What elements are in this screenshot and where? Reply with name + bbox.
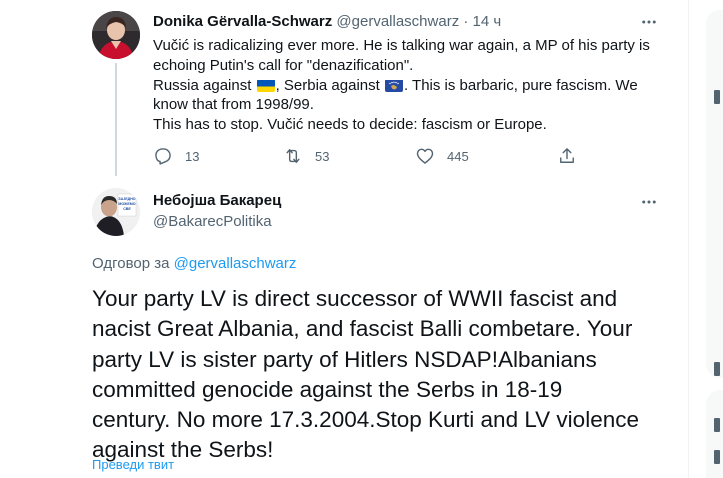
reply-author-avatar-image: ЗАЈЕДНО МОЖЕМО СВЕ bbox=[92, 188, 140, 236]
reply-author-avatar[interactable]: ЗАЈЕДНО МОЖЕМО СВЕ bbox=[92, 188, 140, 236]
timeline-column: Donika Gërvalla-Schwarz @gervallaschwarz… bbox=[0, 0, 689, 478]
reply-button[interactable]: 13 bbox=[153, 146, 199, 166]
replying-to-mention-link[interactable]: @gervallaschwarz bbox=[174, 255, 297, 272]
reply-more-options-icon[interactable] bbox=[639, 192, 659, 212]
original-tweet[interactable]: Donika Gërvalla-Schwarz @gervallaschwarz… bbox=[0, 0, 688, 178]
tweet-text-line: echoing Putin's call for "denazification… bbox=[153, 56, 414, 74]
ukraine-flag-icon bbox=[256, 79, 275, 92]
thread-connector-line bbox=[115, 63, 117, 176]
tweet-text-line: know that from 1998/99. bbox=[153, 96, 314, 114]
tweet-header: Donika Gërvalla-Schwarz @gervallaschwarz… bbox=[153, 13, 501, 31]
author-avatar[interactable] bbox=[92, 11, 140, 59]
svg-text:СВЕ: СВЕ bbox=[123, 207, 131, 211]
panel-edge-icon bbox=[714, 362, 720, 376]
reply-text-line: party LV is sister party of Hitlers NSDA… bbox=[92, 346, 597, 372]
tweet-text: Vučić is radicalizing ever more. He is t… bbox=[153, 36, 673, 135]
tweet-text-segment: Russia against bbox=[153, 76, 256, 94]
tweet-text-line: Russia against , Serbia against . This i… bbox=[153, 76, 673, 96]
reply-text: Your party LV is direct successor of WWI… bbox=[92, 284, 682, 466]
like-button[interactable]: 445 bbox=[415, 146, 469, 166]
author-name[interactable]: Donika Gërvalla-Schwarz bbox=[153, 13, 332, 30]
reply-icon bbox=[155, 148, 171, 165]
author-handle[interactable]: @gervallaschwarz bbox=[336, 13, 459, 30]
heart-icon bbox=[416, 148, 434, 164]
tweet-text-segment: , Serbia against bbox=[275, 76, 384, 94]
sidebar-panel bbox=[706, 10, 723, 378]
sidebar-panel bbox=[706, 390, 723, 478]
share-icon bbox=[560, 148, 574, 163]
share-button[interactable] bbox=[557, 146, 577, 166]
tweet-text-line: Vučić is radicalizing ever more. He is t… bbox=[153, 37, 650, 54]
author-avatar-image bbox=[92, 11, 140, 59]
reply-text-line: committed genocide against the Serbs in … bbox=[92, 376, 563, 402]
reply-author-handle[interactable]: @BakarecPolitika bbox=[153, 213, 272, 231]
reply-text-line: nacist Great Albania, and fascist Balli … bbox=[92, 316, 633, 342]
twitter-page: Donika Gërvalla-Schwarz @gervallaschwarz… bbox=[0, 0, 723, 478]
retweet-count: 53 bbox=[315, 148, 330, 164]
tweet-actions-bar: 13 53 445 bbox=[153, 146, 593, 166]
retweet-icon bbox=[286, 149, 300, 163]
retweet-button[interactable]: 53 bbox=[283, 146, 329, 166]
panel-edge-icon bbox=[714, 90, 720, 104]
replying-to: Одговор за @gervallaschwarz bbox=[92, 255, 296, 273]
reply-text-line: against the Serbs! bbox=[92, 437, 274, 463]
reply-author-name[interactable]: Небојша Бакарец bbox=[153, 192, 281, 210]
svg-text:ЗАЈЕДНО: ЗАЈЕДНО bbox=[118, 197, 135, 201]
kosovo-flag-icon bbox=[384, 79, 403, 92]
translate-tweet-link[interactable]: Преведи твит bbox=[92, 457, 174, 473]
reply-count: 13 bbox=[185, 148, 200, 164]
svg-text:МОЖЕМО: МОЖЕМО bbox=[118, 202, 135, 206]
panel-edge-icon bbox=[714, 418, 720, 432]
reply-text-line: Your party LV is direct successor of WWI… bbox=[92, 286, 618, 311]
replying-to-label: Одговор за bbox=[92, 255, 170, 272]
tweet-timestamp[interactable]: 14 ч bbox=[473, 13, 502, 30]
like-count: 445 bbox=[447, 148, 469, 164]
tweet-text-line: This has to stop. Vučić needs to decide:… bbox=[153, 116, 547, 134]
header-separator: · bbox=[463, 13, 469, 30]
panel-edge-icon bbox=[714, 450, 720, 464]
tweet-text-segment: . This is barbaric, pure fascism. We bbox=[403, 76, 638, 94]
more-options-icon[interactable] bbox=[639, 12, 659, 32]
reply-text-line: century. No more 17.3.2004.Stop Kurti an… bbox=[92, 407, 639, 433]
